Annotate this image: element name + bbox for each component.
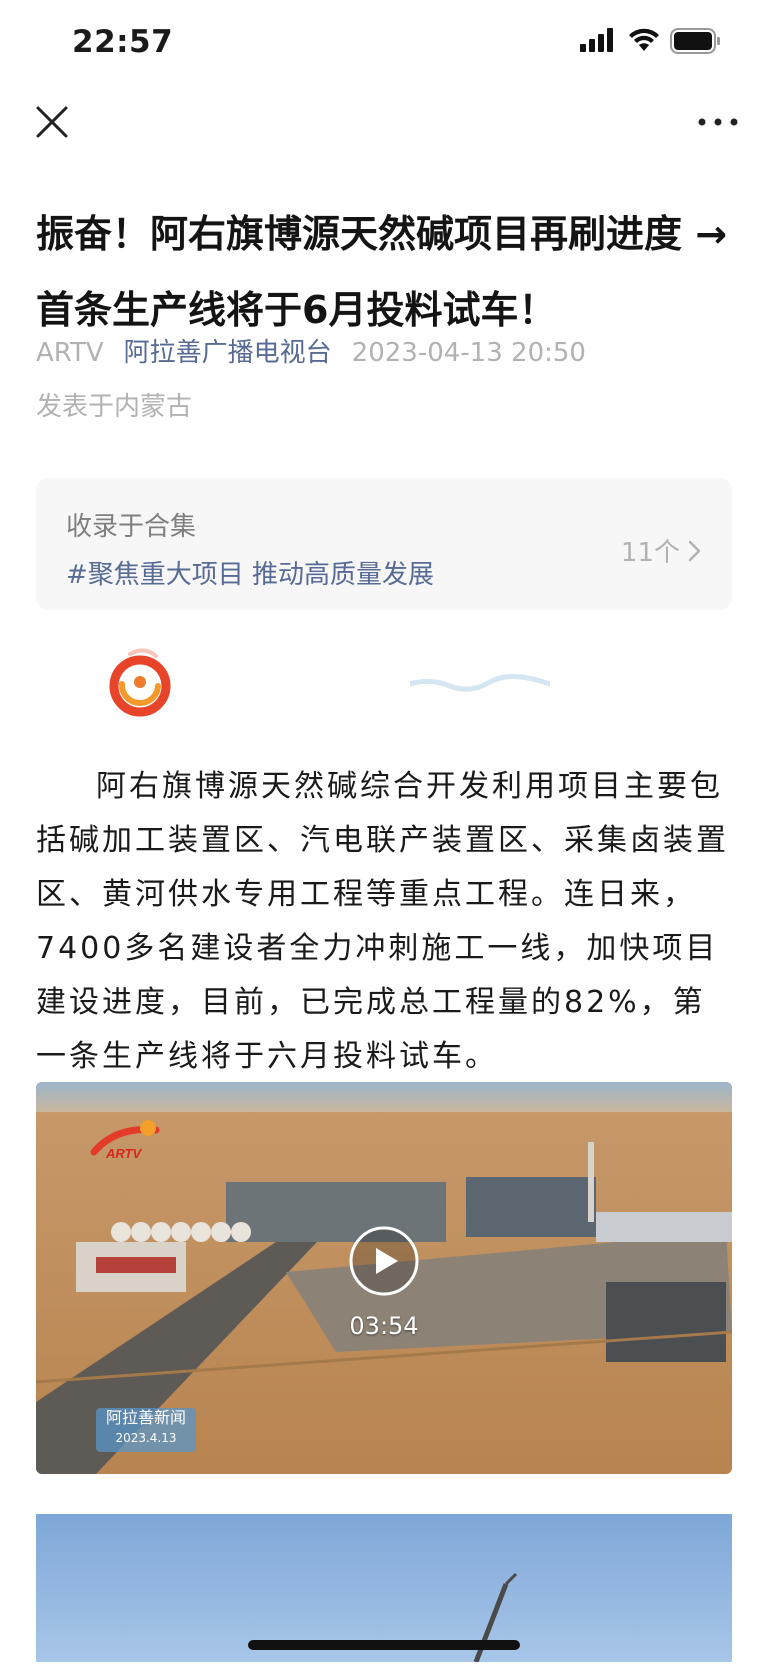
close-icon[interactable] xyxy=(34,104,70,140)
signal-icon xyxy=(580,28,613,52)
video-artv-logo: ARTV xyxy=(90,1120,160,1161)
watermark-date: 2023.4.13 xyxy=(115,1431,177,1445)
article-meta: ARTV 阿拉善广播电视台 2023-04-13 20:50 xyxy=(36,332,586,369)
status-bar: 22:57 xyxy=(0,0,768,88)
video-watermark: 阿拉善新闻 2023.4.13 xyxy=(96,1408,196,1452)
collection-count-text: 11个 xyxy=(620,538,680,568)
article-paragraph: 阿右旗博源天然碱综合开发利用项目主要包括碱加工装置区、汽电联产装置区、采集卤装置… xyxy=(36,769,729,1074)
collection-label: 收录于合集 xyxy=(66,512,197,542)
decorative-faint-graphic xyxy=(410,674,550,692)
collection-count[interactable]: 11个 xyxy=(621,532,702,569)
play-icon[interactable] xyxy=(347,1224,421,1298)
video-logo-text: ARTV xyxy=(105,1146,142,1161)
status-time: 22:57 xyxy=(72,24,174,60)
publish-location: 发表于内蒙古 xyxy=(36,392,193,422)
battery-icon xyxy=(670,28,720,54)
wifi-icon xyxy=(629,28,659,51)
account-tag: ARTV xyxy=(36,338,104,368)
video-player[interactable]: ARTV 03:54 阿拉善新闻 2023.4.13 xyxy=(36,1082,732,1474)
author-link[interactable]: 阿拉善广播电视台 xyxy=(124,338,332,368)
home-indicator[interactable] xyxy=(248,1640,520,1650)
publish-datetime: 2023-04-13 20:50 xyxy=(351,338,586,368)
watermark-title: 阿拉善新闻 xyxy=(105,1408,186,1427)
video-duration: 03:54 xyxy=(349,1312,419,1340)
article-title: 振奋！阿右旗博源天然碱项目再刷进度 →首条生产线将于6月投料试车！ xyxy=(36,212,728,332)
collection-card[interactable]: 收录于合集 #聚焦重大项目 推动高质量发展 11个 xyxy=(36,478,732,610)
collection-name[interactable]: #聚焦重大项目 推动高质量发展 xyxy=(66,554,434,591)
chevron-right-icon xyxy=(688,540,701,561)
artv-swirl-logo xyxy=(109,648,171,717)
more-icon[interactable] xyxy=(696,110,740,134)
